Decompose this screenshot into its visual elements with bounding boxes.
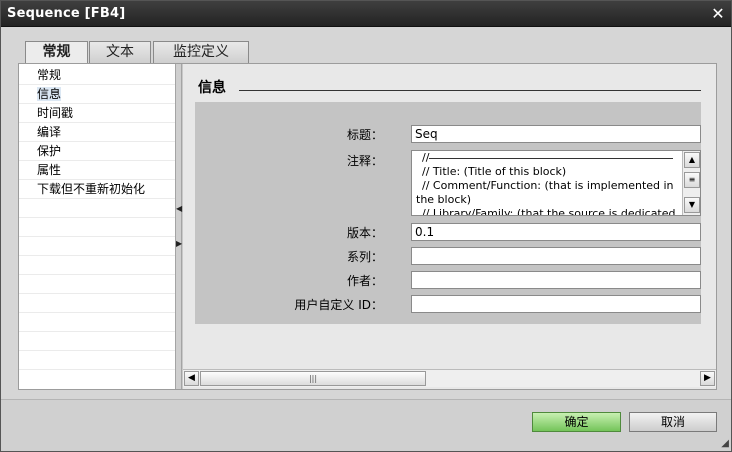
horizontal-scrollbar[interactable]: ◀ ||| ▶ bbox=[183, 369, 716, 387]
sidebar-item-label: 保护 bbox=[37, 144, 62, 158]
collapse-left-icon[interactable]: ◀ bbox=[176, 204, 182, 214]
sidebar-item-info[interactable]: 信息 bbox=[19, 85, 175, 104]
scroll-thumb[interactable]: ≡ bbox=[684, 172, 700, 188]
sidebar-item-label: 属性 bbox=[37, 163, 62, 177]
sidebar-empty-row bbox=[19, 313, 175, 332]
sidebar-item-label: 编译 bbox=[37, 125, 62, 139]
author-field[interactable] bbox=[411, 271, 701, 289]
dialog-footer: 确定 取消 ◢ bbox=[1, 399, 731, 451]
sidebar-empty-row bbox=[19, 218, 175, 237]
section-divider bbox=[239, 90, 701, 91]
sidebar-empty-row bbox=[19, 351, 175, 370]
resize-grip-icon[interactable]: ◢ bbox=[721, 438, 729, 449]
scroll-thumb[interactable]: ||| bbox=[200, 371, 426, 386]
sidebar-empty-row bbox=[19, 275, 175, 294]
sidebar-empty-row bbox=[19, 332, 175, 351]
user-id-field[interactable] bbox=[411, 295, 701, 313]
chevron-up-icon[interactable]: ▲ bbox=[684, 152, 700, 168]
content-area: 常规 信息 时间戳 编译 保护 属性 下载但不重新初始化 ◀ ▶ 信息 标题： … bbox=[18, 63, 717, 390]
comment-label: 注释： bbox=[346, 154, 383, 168]
family-label: 系列： bbox=[346, 250, 383, 264]
chevron-right-icon[interactable]: ▶ bbox=[700, 371, 715, 386]
user-id-label: 用户自定义 ID： bbox=[294, 298, 383, 312]
sidebar-item-label: 时间戳 bbox=[37, 106, 74, 120]
window-title: Sequence [FB4] bbox=[7, 6, 126, 21]
sidebar-item-label: 信息 bbox=[37, 87, 62, 101]
title-field[interactable]: Seq bbox=[411, 125, 701, 143]
close-icon[interactable]: ✕ bbox=[709, 5, 727, 23]
chevron-down-icon[interactable]: ▼ bbox=[684, 197, 700, 213]
sidebar-empty-row bbox=[19, 237, 175, 256]
version-label: 版本： bbox=[346, 226, 383, 240]
comment-line: // Title: (Title of this block) bbox=[422, 165, 567, 178]
comment-line: the block) bbox=[416, 193, 472, 206]
ok-button[interactable]: 确定 bbox=[532, 412, 621, 432]
comment-field[interactable]: // // Title: (Title of this block) // Co… bbox=[411, 150, 701, 216]
sidebar-empty-row bbox=[19, 256, 175, 275]
comment-line: // Comment/Function: (that is implemente… bbox=[422, 179, 674, 192]
dialog-window: Sequence [FB4] ✕ 常规 文本 监控定义 常规 信息 时间戳 编译… bbox=[0, 0, 732, 452]
info-form: 标题： Seq 注释： // // Title: (Title of this … bbox=[195, 102, 701, 324]
tab-monitoring[interactable]: 监控定义 bbox=[153, 41, 249, 63]
expand-right-icon[interactable]: ▶ bbox=[176, 239, 182, 249]
section-title: 信息 bbox=[198, 80, 226, 96]
tab-text[interactable]: 文本 bbox=[89, 41, 151, 63]
cancel-button[interactable]: 取消 bbox=[629, 412, 717, 432]
sidebar-empty-row bbox=[19, 294, 175, 313]
comment-rule bbox=[429, 158, 673, 159]
properties-panel: 信息 标题： Seq 注释： // // Title: (Title of th… bbox=[183, 64, 716, 389]
comment-scrollbar[interactable]: ▲ ≡ ▼ bbox=[682, 151, 700, 215]
sidebar-item-general[interactable]: 常规 bbox=[19, 66, 175, 85]
splitter[interactable]: ◀ ▶ bbox=[175, 64, 182, 389]
version-field[interactable]: 0.1 bbox=[411, 223, 701, 241]
sidebar-nav: 常规 信息 时间戳 编译 保护 属性 下载但不重新初始化 bbox=[19, 64, 175, 389]
title-label: 标题： bbox=[346, 128, 383, 142]
sidebar-item-compile[interactable]: 编译 bbox=[19, 123, 175, 142]
chevron-left-icon[interactable]: ◀ bbox=[184, 371, 199, 386]
family-field[interactable] bbox=[411, 247, 701, 265]
tab-general[interactable]: 常规 bbox=[25, 41, 88, 64]
sidebar-item-download-without-reinit[interactable]: 下载但不重新初始化 bbox=[19, 180, 175, 199]
sidebar-item-attributes[interactable]: 属性 bbox=[19, 161, 175, 180]
comment-line: // Library/Family: (that the source is d… bbox=[422, 207, 676, 216]
sidebar-empty-row bbox=[19, 199, 175, 218]
author-label: 作者： bbox=[346, 274, 383, 288]
sidebar-item-label: 下载但不重新初始化 bbox=[37, 182, 146, 196]
title-bar[interactable]: Sequence [FB4] ✕ bbox=[1, 1, 731, 27]
sidebar-item-timestamps[interactable]: 时间戳 bbox=[19, 104, 175, 123]
sidebar-item-label: 常规 bbox=[37, 68, 62, 82]
sidebar-item-protection[interactable]: 保护 bbox=[19, 142, 175, 161]
